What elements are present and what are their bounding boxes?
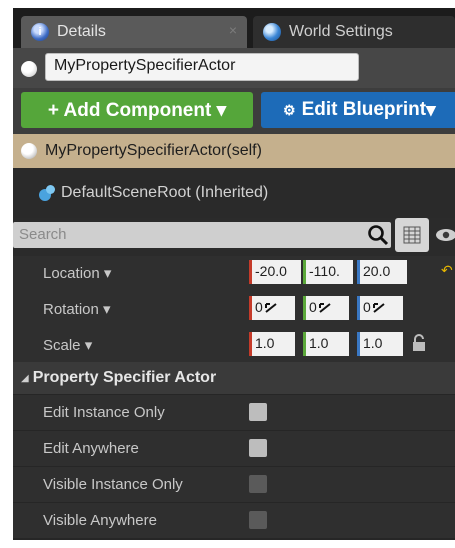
edit-anywhere-checkbox[interactable] — [249, 439, 267, 457]
degree-icon — [318, 303, 331, 314]
edit-blueprint-button[interactable]: ⚙ Edit Blueprint ▾ — [261, 92, 455, 128]
property-label: Edit Instance Only — [43, 404, 165, 421]
rotation-y-field[interactable]: 0 — [303, 296, 349, 320]
rotation-y-value: 0 — [309, 299, 317, 315]
scale-row: Scale ▾ 1.0 1.0 1.0 — [13, 328, 455, 364]
search-input[interactable]: Search — [13, 222, 391, 248]
visible-instance-only-checkbox[interactable] — [249, 475, 267, 493]
component-label: MyPropertySpecifierActor(self) — [45, 142, 262, 159]
scale-z-field[interactable]: 1.0 — [357, 332, 403, 356]
degree-icon — [264, 303, 277, 314]
location-y-field[interactable]: -110. — [303, 260, 353, 284]
chevron-down-icon: ▾ — [426, 99, 436, 121]
component-toolbar: + Add Component ▾ ⚙ Edit Blueprint ▾ — [13, 88, 455, 134]
degree-icon — [372, 303, 385, 314]
tab-bar: i Details × World Settings — [13, 8, 455, 48]
tab-details-label: Details — [57, 23, 106, 40]
search-row: Search — [13, 218, 455, 258]
actor-name-field[interactable]: MyPropertySpecifierActor — [45, 53, 359, 81]
eye-icon[interactable] — [435, 224, 455, 246]
property-matrix-button[interactable] — [395, 218, 429, 252]
property-row: Visible Instance Only — [13, 466, 455, 502]
gear-icon: ⚙ — [283, 101, 296, 118]
rotation-z-value: 0 — [363, 299, 371, 315]
property-row: Edit Anywhere — [13, 430, 455, 466]
location-row: Location ▾ -20.0 -110. 20.0 ↶ — [13, 256, 455, 292]
scene-root-icon — [39, 185, 57, 201]
property-label: Visible Anywhere — [43, 512, 157, 529]
edit-instance-only-checkbox[interactable] — [249, 403, 267, 421]
tab-details[interactable]: i Details × — [21, 16, 247, 48]
scale-y-field[interactable]: 1.0 — [303, 332, 349, 356]
scale-label[interactable]: Scale ▾ — [43, 336, 92, 354]
property-label: Edit Anywhere — [43, 440, 139, 457]
component-label: DefaultSceneRoot (Inherited) — [61, 184, 269, 201]
location-z-field[interactable]: 20.0 — [357, 260, 407, 284]
category-title: Property Specifier Actor — [32, 369, 217, 386]
property-row: Visible Anywhere — [13, 502, 455, 538]
location-x-field[interactable]: -20.0 — [249, 260, 301, 284]
rotation-x-field[interactable]: 0 — [249, 296, 295, 320]
details-icon: i — [31, 23, 49, 41]
reset-arrow-icon[interactable]: ↶ — [441, 262, 453, 279]
location-label[interactable]: Location ▾ — [43, 264, 111, 282]
details-panel: i Details × World Settings MyPropertySpe… — [13, 8, 455, 540]
rotation-row: Rotation ▾ 0 0 0 — [13, 292, 455, 328]
edit-blueprint-label: Edit Blueprint — [301, 99, 427, 120]
scale-x-field[interactable]: 1.0 — [249, 332, 295, 356]
add-component-button[interactable]: + Add Component ▾ — [21, 92, 253, 128]
search-icon[interactable] — [367, 224, 391, 246]
globe-icon — [263, 23, 281, 41]
rotation-x-value: 0 — [255, 299, 263, 315]
close-icon[interactable]: × — [229, 22, 237, 38]
actor-icon — [21, 61, 37, 77]
tab-world-settings-label: World Settings — [289, 23, 393, 40]
lock-icon[interactable] — [411, 334, 427, 357]
actor-name-row: MyPropertySpecifierActor — [13, 48, 455, 88]
actor-icon — [21, 143, 37, 159]
property-label: Visible Instance Only — [43, 476, 183, 493]
component-item-self[interactable]: MyPropertySpecifierActor(self) — [13, 134, 455, 168]
property-row: Edit Instance Only — [13, 394, 455, 430]
expand-triangle-icon: ◢ — [21, 372, 29, 384]
rotation-label[interactable]: Rotation ▾ — [43, 300, 111, 318]
category-header[interactable]: ◢ Property Specifier Actor — [13, 362, 455, 394]
grid-icon — [403, 226, 421, 244]
visible-anywhere-checkbox[interactable] — [249, 511, 267, 529]
tab-world-settings[interactable]: World Settings — [253, 16, 455, 48]
component-item-default-scene-root[interactable]: DefaultSceneRoot (Inherited) — [13, 168, 455, 218]
rotation-z-field[interactable]: 0 — [357, 296, 403, 320]
